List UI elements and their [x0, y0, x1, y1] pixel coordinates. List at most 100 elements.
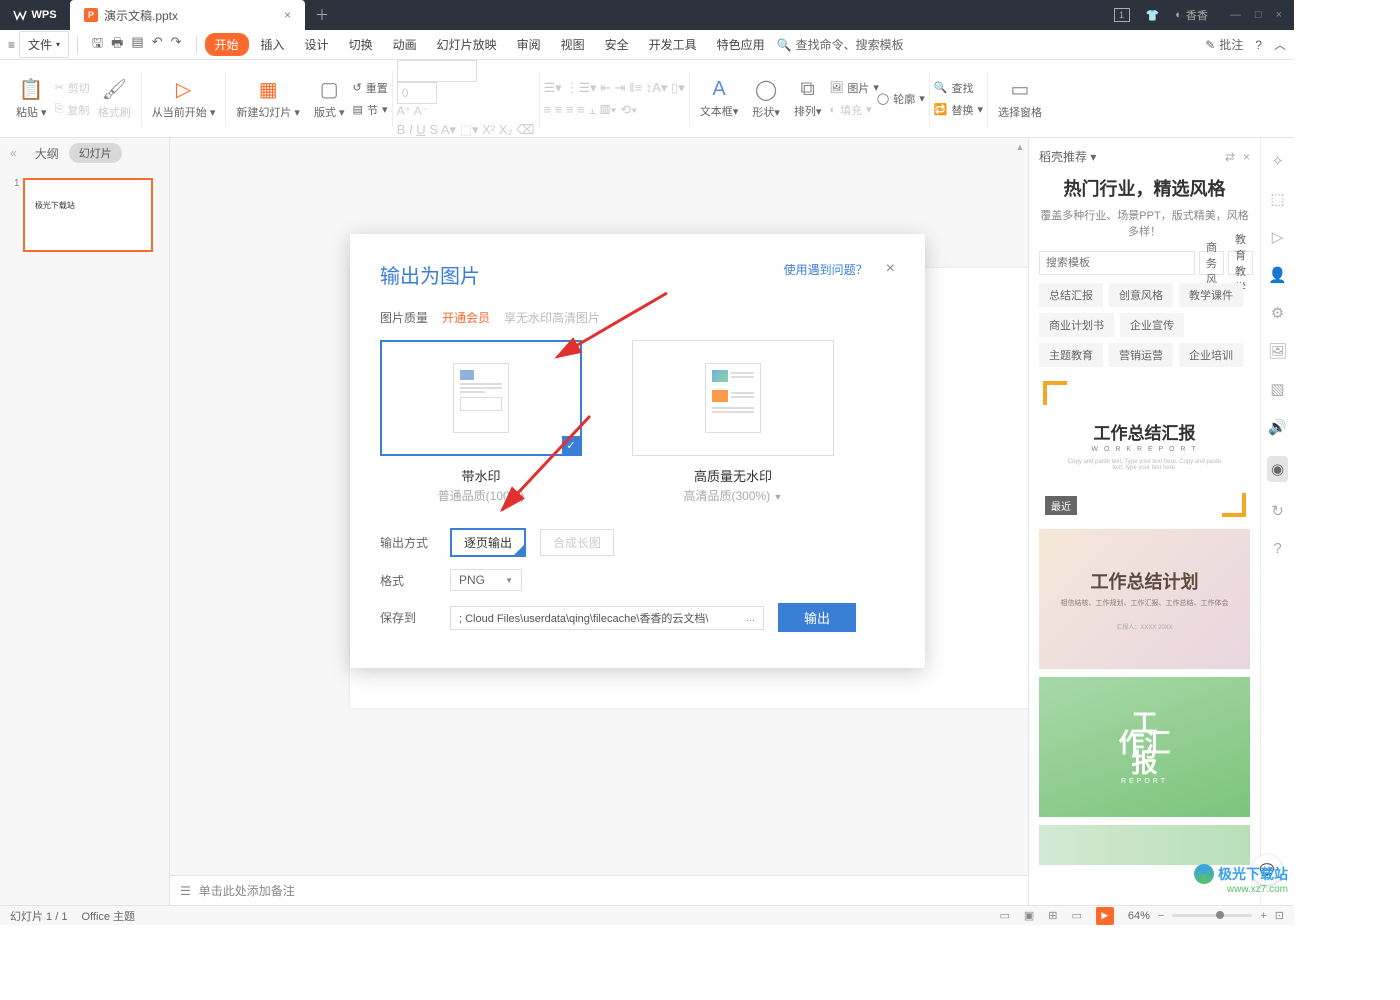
align-center-icon[interactable]: ≡ [555, 102, 563, 117]
rib-picture-icon[interactable]: ▧ [1270, 380, 1284, 398]
tag-item[interactable]: 主题教育 [1039, 343, 1103, 367]
rib-user-icon[interactable]: 👤 [1268, 266, 1287, 284]
view-sorter-icon[interactable]: ⊞ [1048, 909, 1057, 922]
align-text-icon[interactable]: ▯▾ [671, 80, 685, 95]
fill-button[interactable]: ◐填充▾ [829, 102, 879, 118]
redo-icon[interactable]: ↷ [171, 34, 182, 56]
play-from-current[interactable]: ▷ 从当前开始 ▾ [146, 60, 222, 137]
collapse-panel-icon[interactable]: « [10, 146, 17, 160]
tag-item[interactable]: 企业培训 [1179, 343, 1243, 367]
slides-tab[interactable]: 幻灯片 [69, 143, 122, 163]
path-browse-icon[interactable]: ... [746, 612, 755, 624]
export-button[interactable]: 输出 [778, 603, 856, 632]
format-select[interactable]: PNG▼ [450, 569, 522, 591]
scroll-up-icon[interactable]: ▲ [1014, 142, 1026, 154]
tab-review[interactable]: 审阅 [509, 32, 549, 57]
tag-item[interactable]: 营销运营 [1109, 343, 1173, 367]
zoom-out-icon[interactable]: − [1158, 910, 1164, 922]
save-path-input[interactable]: ; Cloud Files\userdata\qing\filecache\香香… [450, 606, 764, 630]
layout[interactable]: ▢ 版式 ▾ [308, 60, 351, 137]
command-search[interactable]: 🔍 查找命令、搜索模板 [777, 36, 904, 53]
tag-item[interactable]: 企业宣传 [1120, 313, 1184, 337]
bold-icon[interactable]: B [397, 122, 406, 137]
replace-button[interactable]: 🔁替换▾ [934, 102, 983, 118]
select-pane[interactable]: ▭ 选择窗格 [992, 60, 1048, 137]
rp-title-text[interactable]: 稻壳推荐 ▾ [1039, 148, 1096, 165]
line-spacing-icon[interactable]: ‖≡ [629, 80, 642, 95]
outline-button[interactable]: ◯轮廓▾ [877, 91, 925, 107]
strike-icon[interactable]: S [429, 122, 438, 137]
textbox[interactable]: A 文本框▾ [694, 60, 745, 137]
cut-button[interactable]: ✂剪切 [55, 80, 90, 96]
new-slide[interactable]: ▦ 新建幻灯片 ▾ [230, 60, 306, 137]
subscript-icon[interactable]: X₂ [499, 122, 513, 137]
tab-design[interactable]: 设计 [297, 32, 337, 57]
template-card-2[interactable]: 工作总结计划 相信结核、工作规划、工作汇报、工作总结、工作体会 汇报人：XXXX… [1039, 529, 1250, 669]
rp-close-icon[interactable]: × [1243, 150, 1250, 164]
rib-template-icon[interactable]: ✧ [1271, 152, 1284, 170]
zoom-in-icon[interactable]: + [1260, 910, 1266, 922]
help-icon[interactable]: ? [1255, 38, 1262, 52]
font-select[interactable] [397, 60, 477, 82]
numbering-icon[interactable]: ⋮☰▾ [565, 80, 596, 95]
tag-item[interactable]: 创意风格 [1109, 283, 1173, 307]
chip-business[interactable]: 商务风 [1199, 251, 1224, 275]
minimize-icon[interactable]: — [1230, 9, 1241, 21]
close-window-icon[interactable]: × [1276, 9, 1282, 21]
find-button[interactable]: 🔍查找 [934, 80, 983, 96]
clear-format-icon[interactable]: ⌫ [516, 122, 534, 137]
arrange[interactable]: ⧉ 排列▾ [788, 60, 828, 137]
template-card-4[interactable] [1039, 825, 1250, 865]
bullets-icon[interactable]: ☰▾ [544, 80, 562, 95]
copy-button[interactable]: ⎘复制 [55, 102, 90, 118]
align-justify-icon[interactable]: ≡ [577, 102, 585, 117]
align-right-icon[interactable]: ≡ [566, 102, 574, 117]
maximize-icon[interactable]: □ [1255, 9, 1262, 21]
rib-docer-icon[interactable]: ◉ [1267, 456, 1288, 482]
reset-button[interactable]: ↺重置 [353, 80, 388, 96]
section-button[interactable]: ▤节 ▾ [353, 102, 388, 118]
menu-hamburger-icon[interactable]: ≡ [8, 38, 15, 52]
tab-animation[interactable]: 动画 [385, 32, 425, 57]
convert-smartart-icon[interactable]: ⟲▾ [620, 102, 637, 117]
collapse-ribbon-icon[interactable]: ︿ [1274, 36, 1286, 53]
superscript-icon[interactable]: X² [482, 122, 495, 137]
text-direction-icon[interactable]: ↕A▾ [646, 80, 668, 95]
user-menu[interactable]: ◐ 香香 [1175, 7, 1208, 23]
tab-close-icon[interactable]: × [284, 8, 291, 22]
notes-toggle-icon[interactable]: ▭ [999, 909, 1009, 922]
template-card-1[interactable]: 工作总结汇报 W O R K R E P O R T Copy and past… [1039, 377, 1250, 521]
tag-item[interactable]: 商业计划书 [1039, 313, 1114, 337]
dialog-help-link[interactable]: 使用遇到问题？ [784, 261, 868, 278]
indent-left-icon[interactable]: ⇤ [600, 80, 611, 95]
rib-play-icon[interactable]: ▷ [1272, 228, 1284, 246]
tab-start[interactable]: 开始 [205, 33, 249, 56]
tab-special[interactable]: 特色应用 [709, 32, 773, 57]
undo-icon[interactable]: ↶ [152, 34, 163, 56]
view-normal-icon[interactable]: ▣ [1024, 909, 1034, 922]
dialog-close-icon[interactable]: × [886, 260, 895, 278]
tab-transition[interactable]: 切换 [341, 32, 381, 57]
print-preview-icon[interactable]: ▤ [131, 34, 143, 56]
per-page-option[interactable]: 逐页输出 [450, 528, 526, 557]
vertical-scrollbar[interactable]: ▲ [1014, 142, 1026, 871]
tab-view[interactable]: 视图 [553, 32, 593, 57]
slide-thumbnail[interactable]: 1 极光下载站 [14, 178, 155, 252]
long-image-option[interactable]: 合成长图 [540, 529, 614, 556]
rib-help-icon[interactable]: ? [1273, 540, 1281, 557]
tab-insert[interactable]: 插入 [253, 32, 293, 57]
fit-icon[interactable]: ⊡ [1275, 909, 1284, 922]
document-tab[interactable]: P 演示文稿.pptx × [70, 0, 305, 30]
underline-icon[interactable]: U [416, 122, 425, 137]
zoom-value[interactable]: 64% [1128, 910, 1150, 922]
chip-education[interactable]: 教育教学 [1228, 251, 1253, 275]
zoom-slider[interactable] [1172, 914, 1252, 917]
align-left-icon[interactable]: ≡ [544, 102, 552, 117]
indent-right-icon[interactable]: ⇥ [615, 80, 626, 95]
font-color-icon[interactable]: A▾ [441, 122, 456, 137]
highlight-icon[interactable]: ⬚▾ [460, 122, 479, 137]
rp-settings-icon[interactable]: ⇄ [1225, 150, 1235, 164]
paste-group[interactable]: 📋 粘贴 ▾ [10, 60, 53, 137]
slideshow-icon[interactable]: ▶ [1096, 907, 1114, 925]
save-icon[interactable]: 🖫 [92, 34, 103, 56]
